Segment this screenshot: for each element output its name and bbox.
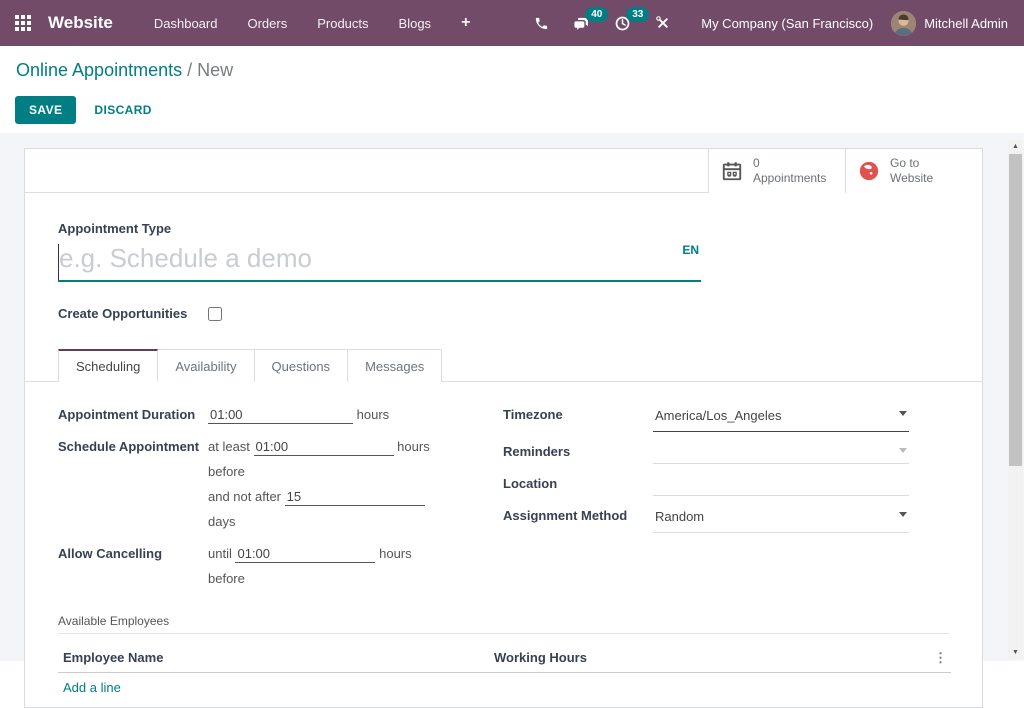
discard-button[interactable]: DISCARD bbox=[81, 97, 164, 123]
voip-phone-button[interactable] bbox=[522, 0, 561, 46]
appointment-duration-label: Appointment Duration bbox=[58, 402, 208, 427]
caret-down-icon bbox=[899, 411, 907, 416]
assignment-method-select[interactable]: Random bbox=[653, 503, 909, 533]
max-schedule-days-input[interactable] bbox=[285, 488, 425, 506]
go-to-label-line2: Website bbox=[890, 171, 933, 186]
apps-menu-button[interactable] bbox=[0, 0, 46, 46]
caret-down-icon bbox=[899, 448, 907, 453]
appointments-label: Appointments bbox=[753, 171, 826, 186]
tab-availability[interactable]: Availability bbox=[158, 349, 254, 382]
appointment-type-input[interactable] bbox=[58, 241, 701, 280]
optional-columns-icon[interactable]: ⋮ bbox=[934, 650, 946, 666]
schedule-prefix1: at least bbox=[208, 439, 250, 454]
nav-item-blogs[interactable]: Blogs bbox=[384, 0, 447, 46]
schedule-suffix1b: before bbox=[208, 459, 430, 484]
allow-cancelling-label: Allow Cancelling bbox=[58, 541, 208, 591]
new-content-button[interactable]: + bbox=[446, 0, 485, 46]
schedule-prefix2: and not after bbox=[208, 489, 281, 504]
calendar-icon bbox=[721, 160, 743, 182]
location-input[interactable] bbox=[653, 471, 909, 496]
appointments-count: 0 bbox=[753, 156, 826, 171]
scroll-up-icon[interactable]: ▲ bbox=[1008, 140, 1023, 153]
globe-icon bbox=[858, 160, 880, 182]
go-to-website-button[interactable]: Go to Website bbox=[845, 149, 982, 193]
cancel-suffix-a: hours bbox=[379, 546, 412, 561]
notebook-tabs: Scheduling Availability Questions Messag… bbox=[25, 349, 982, 382]
top-navbar: Website Dashboard Orders Products Blogs … bbox=[0, 0, 1024, 46]
nav-item-orders[interactable]: Orders bbox=[232, 0, 302, 46]
cancel-hours-input[interactable] bbox=[235, 545, 375, 563]
text-cursor bbox=[58, 244, 59, 280]
cancel-suffix-b: before bbox=[208, 566, 412, 591]
min-schedule-hours-input[interactable] bbox=[254, 438, 394, 456]
appointment-type-label: Appointment Type bbox=[58, 221, 949, 236]
duration-suffix: hours bbox=[357, 407, 390, 422]
assignment-method-label: Assignment Method bbox=[503, 503, 653, 533]
create-opportunities-checkbox[interactable] bbox=[208, 307, 222, 321]
form-view-area: 0 Appointments Go to Website Appointment… bbox=[0, 133, 1024, 661]
timezone-value: America/Los_Angeles bbox=[655, 408, 781, 423]
schedule-suffix2: days bbox=[208, 509, 430, 534]
scroll-down-icon[interactable]: ▼ bbox=[1008, 646, 1023, 659]
timezone-select[interactable]: America/Los_Angeles bbox=[653, 402, 909, 432]
breadcrumb: Online Appointments / New bbox=[16, 60, 233, 81]
nav-item-dashboard[interactable]: Dashboard bbox=[139, 0, 233, 46]
control-panel: Online Appointments / New SAVE DISCARD bbox=[0, 46, 1024, 133]
working-hours-column-header[interactable]: Working Hours bbox=[494, 650, 934, 666]
tab-messages[interactable]: Messages bbox=[348, 349, 442, 382]
timezone-label: Timezone bbox=[503, 402, 653, 432]
add-a-line-link[interactable]: Add a line bbox=[58, 673, 951, 702]
tab-questions[interactable]: Questions bbox=[255, 349, 349, 382]
breadcrumb-parent-link[interactable]: Online Appointments bbox=[16, 60, 182, 80]
employees-table: Employee Name Working Hours ⋮ Add a line bbox=[58, 646, 951, 702]
employee-name-column-header[interactable]: Employee Name bbox=[63, 650, 494, 666]
appointment-duration-input[interactable] bbox=[208, 406, 353, 424]
tools-icon bbox=[655, 15, 671, 31]
caret-down-icon bbox=[899, 512, 907, 517]
phone-icon bbox=[534, 16, 549, 31]
available-employees-group-label: Available Employees bbox=[58, 614, 949, 634]
app-title[interactable]: Website bbox=[48, 13, 113, 33]
form-sheet: 0 Appointments Go to Website Appointment… bbox=[24, 148, 983, 708]
reminders-label: Reminders bbox=[503, 439, 653, 464]
stat-button-box: 0 Appointments Go to Website bbox=[25, 149, 982, 193]
translation-lang-badge[interactable]: EN bbox=[682, 243, 699, 257]
save-button[interactable]: SAVE bbox=[15, 96, 76, 124]
appointments-stat-button[interactable]: 0 Appointments bbox=[708, 149, 845, 193]
schedule-appointment-label: Schedule Appointment bbox=[58, 434, 208, 534]
vertical-scrollbar[interactable]: ▲ ▼ bbox=[1008, 140, 1023, 659]
schedule-suffix1a: hours bbox=[397, 439, 430, 454]
employees-table-header: Employee Name Working Hours ⋮ bbox=[58, 646, 951, 673]
company-switcher[interactable]: My Company (San Francisco) bbox=[683, 16, 891, 31]
assignment-method-value: Random bbox=[655, 509, 704, 524]
location-label: Location bbox=[503, 471, 653, 496]
breadcrumb-separator: / bbox=[187, 60, 192, 80]
scrollbar-thumb[interactable] bbox=[1009, 154, 1022, 466]
tab-scheduling[interactable]: Scheduling bbox=[58, 349, 158, 382]
nav-item-products[interactable]: Products bbox=[302, 0, 383, 46]
tools-menu-button[interactable] bbox=[643, 0, 683, 46]
go-to-label-line1: Go to bbox=[890, 156, 933, 171]
reminders-select[interactable] bbox=[653, 439, 909, 464]
activities-menu-button[interactable]: 33 bbox=[602, 0, 643, 46]
breadcrumb-current: New bbox=[197, 60, 233, 80]
user-menu[interactable]: Mitchell Admin bbox=[924, 16, 1008, 31]
messages-menu-button[interactable]: 40 bbox=[561, 0, 602, 46]
cancel-prefix: until bbox=[208, 546, 232, 561]
apps-grid-icon bbox=[15, 15, 31, 31]
user-avatar[interactable] bbox=[891, 11, 916, 36]
create-opportunities-label: Create Opportunities bbox=[58, 306, 208, 321]
